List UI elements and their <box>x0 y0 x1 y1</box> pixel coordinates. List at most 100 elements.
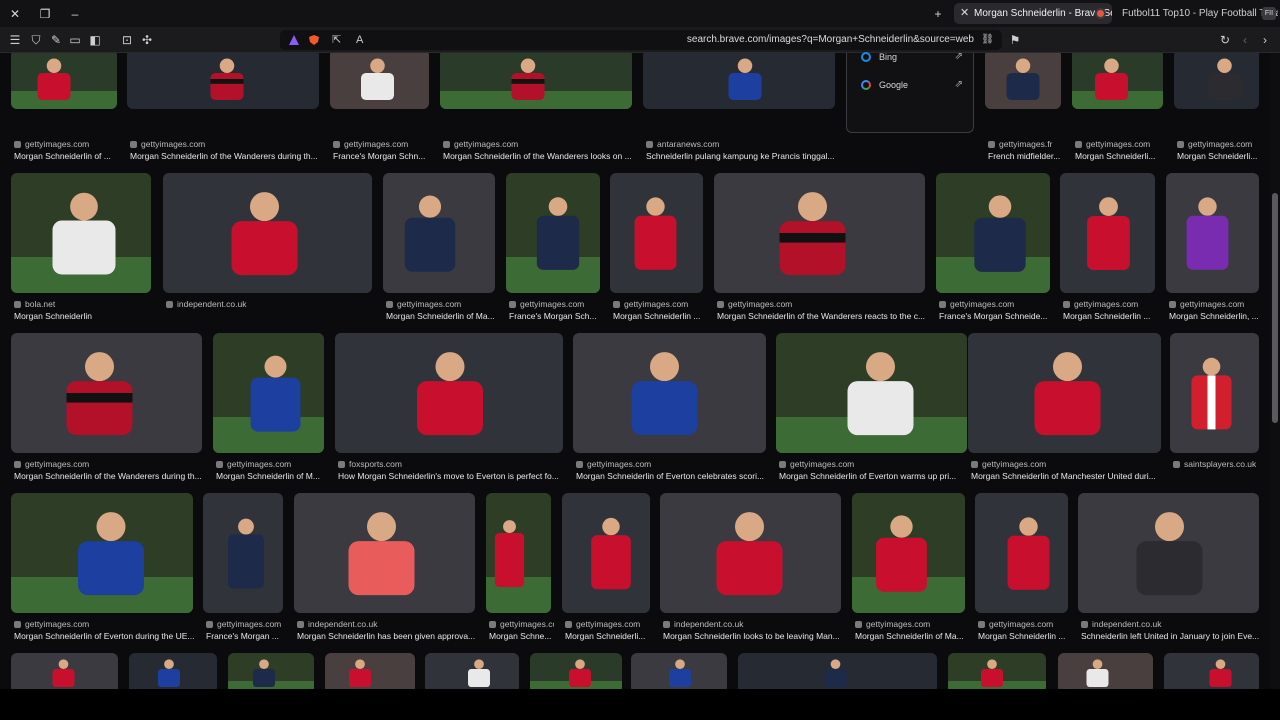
screenshot-icon[interactable]: ⊡ <box>118 31 136 49</box>
result-source[interactable]: gettyimages.com <box>939 299 1053 309</box>
result-thumbnail[interactable] <box>975 493 1068 613</box>
result-source[interactable]: gettyimages.com <box>14 459 205 469</box>
bookmark-icon[interactable]: ⚑ <box>1006 31 1024 49</box>
result-source[interactable]: gettyimages.com <box>717 299 928 309</box>
result-source[interactable]: foxsports.com <box>338 459 566 469</box>
result-source[interactable]: independent.co.uk <box>1081 619 1262 629</box>
sidebar-icon[interactable]: ◧ <box>86 31 104 49</box>
result-thumbnail[interactable] <box>335 333 563 453</box>
result-thumbnail[interactable] <box>486 493 551 613</box>
result-title[interactable]: Morgan Schneiderlin of Everton warms up … <box>779 471 970 481</box>
result-title[interactable]: Morgan Schneiderlin of the Wanderers dur… <box>130 151 322 161</box>
tab-inactive[interactable]: Futbol11 Top10 - Play Football Tenab FII <box>1118 3 1278 24</box>
result-source[interactable]: independent.co.uk <box>663 619 844 629</box>
share-icon[interactable]: ⇱ <box>332 30 341 50</box>
result-source[interactable]: independent.co.uk <box>297 619 478 629</box>
result-title[interactable]: France's Morgan Schn... <box>333 151 432 161</box>
close-tab-icon[interactable]: ✕ <box>960 3 969 24</box>
result-title[interactable]: Morgan Schneiderli... <box>1177 151 1262 161</box>
result-thumbnail[interactable] <box>425 653 519 689</box>
shield-icon[interactable]: ⛉ <box>27 31 45 49</box>
result-source[interactable]: gettyimages.com <box>971 459 1164 469</box>
result-thumbnail[interactable] <box>530 653 622 689</box>
result-source[interactable]: gettyimages.com <box>206 619 286 629</box>
result-title[interactable]: Morgan Schneiderlin <box>14 311 154 321</box>
brave-shield-icon[interactable] <box>308 33 320 45</box>
result-source[interactable]: gettyimages.com <box>1169 299 1262 309</box>
result-thumbnail[interactable] <box>573 333 766 453</box>
result-thumbnail[interactable] <box>294 493 475 613</box>
back-icon[interactable]: ‹ <box>1236 31 1254 49</box>
result-source[interactable]: saintsplayers.co.uk <box>1173 459 1262 469</box>
result-thumbnail[interactable] <box>714 173 925 293</box>
result-source[interactable]: gettyimages.com <box>216 459 327 469</box>
result-source[interactable]: antaranews.com <box>646 139 838 149</box>
result-title[interactable]: Morgan Schneiderli... <box>1075 151 1166 161</box>
result-thumbnail[interactable] <box>631 653 727 689</box>
result-title[interactable]: Morgan Schneiderlin of Ma... <box>855 631 968 641</box>
result-title[interactable]: Morgan Schneiderlin of the Wanderers loo… <box>443 151 635 161</box>
result-thumbnail[interactable] <box>1174 53 1259 109</box>
result-title[interactable]: French midfielder... <box>988 151 1064 161</box>
result-thumbnail[interactable] <box>562 493 650 613</box>
result-title[interactable]: France's Morgan Schneide... <box>939 311 1053 321</box>
result-title[interactable]: Morgan Schneiderlin ... <box>1063 311 1158 321</box>
extensions-icon[interactable]: ✎ <box>47 31 65 49</box>
result-source[interactable]: gettyimages.com <box>613 299 706 309</box>
result-thumbnail[interactable] <box>1078 493 1259 613</box>
result-thumbnail[interactable] <box>1164 653 1259 689</box>
result-source[interactable]: gettyimages.com <box>855 619 968 629</box>
result-thumbnail[interactable] <box>1058 653 1153 689</box>
restore-window-icon[interactable]: ❐ <box>36 5 54 23</box>
result-source[interactable]: gettyimages.com <box>14 139 120 149</box>
result-source[interactable]: gettyimages.com <box>1063 299 1158 309</box>
result-thumbnail[interactable] <box>228 653 314 689</box>
result-title[interactable]: Morgan Schneiderlin of the Wanderers dur… <box>14 471 205 481</box>
tabs-icon[interactable]: ▭ <box>66 31 84 49</box>
result-title[interactable]: Schneiderlin left United in January to j… <box>1081 631 1262 641</box>
result-source[interactable]: gettyimages.com <box>565 619 653 629</box>
result-source[interactable]: gettyimages.com <box>779 459 970 469</box>
result-title[interactable]: Morgan Schneiderlin of Everton celebrate… <box>576 471 769 481</box>
result-title[interactable]: Morgan Schneiderlin looks to be leaving … <box>663 631 844 641</box>
result-thumbnail[interactable] <box>129 653 217 689</box>
result-title[interactable]: Morgan Schneiderlin of the Wanderers rea… <box>717 311 928 321</box>
result-source[interactable]: gettyimages.com <box>14 619 196 629</box>
result-title[interactable]: France's Morgan Sch... <box>509 311 603 321</box>
engine-option-google[interactable]: Google ⇗ <box>847 75 975 95</box>
result-source[interactable]: gettyimages.com <box>978 619 1071 629</box>
result-thumbnail[interactable] <box>325 653 415 689</box>
forward-icon[interactable]: › <box>1256 31 1274 49</box>
result-title[interactable]: France's Morgan ... <box>206 631 286 641</box>
puzzle-icon[interactable]: ✣ <box>138 31 156 49</box>
result-thumbnail[interactable] <box>968 333 1161 453</box>
result-thumbnail[interactable] <box>776 333 967 453</box>
result-source[interactable]: bola.net <box>14 299 154 309</box>
result-title[interactable]: Morgan Schneiderlin of ... <box>14 151 120 161</box>
result-thumbnail[interactable] <box>11 53 117 109</box>
result-thumbnail[interactable] <box>985 53 1061 109</box>
result-thumbnail[interactable] <box>11 173 151 293</box>
reload-icon[interactable]: ↻ <box>1216 31 1234 49</box>
tab-active[interactable]: ✕ Morgan Schneiderlin - Brave Sea <box>954 3 1112 24</box>
link-icon[interactable]: ⛓ <box>981 30 994 50</box>
result-source[interactable]: gettyimages.fr <box>988 139 1064 149</box>
result-source[interactable]: gettyimages.com <box>386 299 498 309</box>
result-thumbnail[interactable] <box>203 493 283 613</box>
result-source[interactable]: independent.co.uk <box>166 299 375 309</box>
result-thumbnail[interactable] <box>660 493 841 613</box>
result-title[interactable]: Schneiderlin pulang kampung ke Prancis t… <box>646 151 838 161</box>
result-thumbnail[interactable] <box>610 173 703 293</box>
result-thumbnail[interactable] <box>127 53 319 109</box>
result-title[interactable]: Morgan Schneiderlin ... <box>613 311 706 321</box>
result-source[interactable]: gettyimages.com <box>489 619 554 629</box>
result-thumbnail[interactable] <box>852 493 965 613</box>
result-source[interactable]: gettyimages.com <box>576 459 769 469</box>
close-window-icon[interactable]: ✕ <box>6 5 24 23</box>
result-thumbnail[interactable] <box>383 173 495 293</box>
result-thumbnail[interactable] <box>1170 333 1259 453</box>
result-title[interactable]: Morgan Schneiderlin, ... <box>1169 311 1262 321</box>
result-title[interactable]: Morgan Schne... <box>489 631 554 641</box>
result-thumbnail[interactable] <box>1072 53 1163 109</box>
result-title[interactable]: How Morgan Schneiderlin's move to Everto… <box>338 471 566 481</box>
